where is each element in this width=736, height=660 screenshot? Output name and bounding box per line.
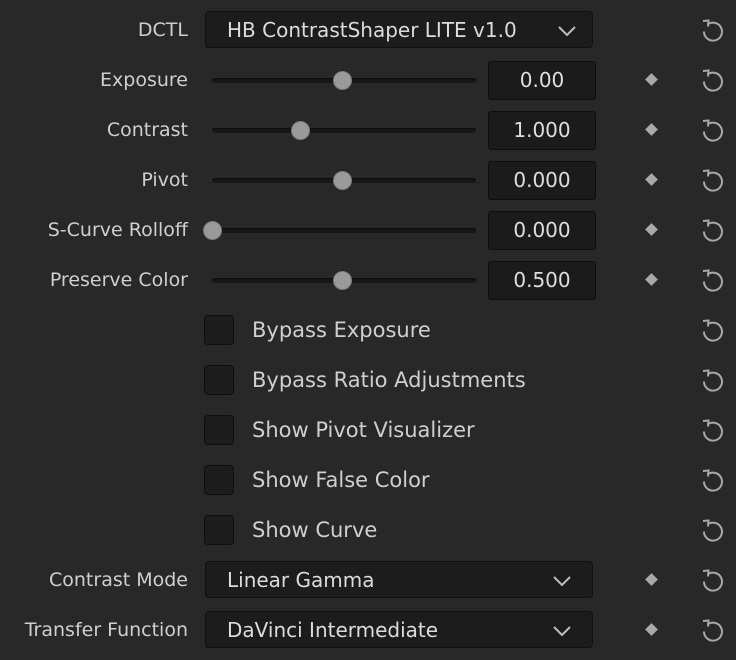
contrast-mode-selected: Linear Gamma	[227, 568, 375, 592]
contrast-mode-row: Contrast Mode Linear Gamma	[0, 555, 736, 605]
slider-row-preserve-color: Preserve Color 0.500	[0, 255, 736, 305]
reset-icon[interactable]	[698, 616, 728, 646]
checkbox-row-bypass-exposure: Bypass Exposure	[0, 305, 736, 355]
slider-thumb[interactable]	[333, 271, 353, 290]
pivot-label: Pivot	[141, 169, 188, 191]
reset-icon[interactable]	[698, 166, 728, 196]
slider-row-s-curve-rolloff: S-Curve Rolloff 0.000	[0, 205, 736, 255]
slider-track	[212, 128, 476, 133]
exposure-label: Exposure	[100, 69, 188, 91]
reset-icon[interactable]	[698, 16, 728, 46]
checkbox-row-show-pivot-visualizer: Show Pivot Visualizer	[0, 405, 736, 455]
reset-icon[interactable]	[698, 116, 728, 146]
chevron-down-icon	[553, 576, 571, 587]
slider-row-pivot: Pivot 0.000	[0, 155, 736, 205]
keyframe-diamond-icon[interactable]	[646, 74, 658, 86]
dctl-dropdown[interactable]: HB ContrastShaper LITE v1.0	[205, 11, 593, 48]
pivot-value-field[interactable]: 0.000	[488, 161, 596, 200]
preserve-color-label: Preserve Color	[49, 269, 188, 291]
s-curve-rolloff-value-field[interactable]: 0.000	[488, 211, 596, 250]
checkbox-row-bypass-ratio-adjustments: Bypass Ratio Adjustments	[0, 355, 736, 405]
dctl-label: DCTL	[137, 19, 188, 41]
keyframe-diamond-icon[interactable]	[646, 124, 658, 136]
slider-thumb[interactable]	[202, 221, 222, 240]
preserve-color-value-field[interactable]: 0.500	[488, 261, 596, 300]
reset-icon[interactable]	[698, 216, 728, 246]
slider-thumb[interactable]	[290, 121, 310, 140]
chevron-down-icon	[553, 626, 571, 637]
preserve-color-slider[interactable]	[212, 255, 476, 305]
reset-icon[interactable]	[698, 566, 728, 596]
show-curve-label: Show Curve	[252, 518, 378, 542]
dctl-selected: HB ContrastShaper LITE v1.0	[227, 18, 517, 42]
bypass-exposure-label: Bypass Exposure	[252, 318, 431, 342]
slider-thumb[interactable]	[333, 171, 353, 190]
reset-icon[interactable]	[698, 516, 728, 546]
reset-icon[interactable]	[698, 266, 728, 296]
show-curve-checkbox[interactable]	[204, 515, 234, 545]
dctl-row: DCTL HB ContrastShaper LITE v1.0	[0, 5, 736, 55]
keyframe-diamond-icon[interactable]	[646, 274, 658, 286]
exposure-value-field[interactable]: 0.00	[488, 61, 596, 100]
reset-icon[interactable]	[698, 416, 728, 446]
show-false-color-checkbox[interactable]	[204, 465, 234, 495]
bypass-exposure-checkbox[interactable]	[204, 315, 234, 345]
slider-track	[212, 228, 476, 233]
keyframe-diamond-icon[interactable]	[646, 224, 658, 236]
exposure-slider[interactable]	[212, 55, 476, 105]
transfer-function-label: Transfer Function	[24, 619, 188, 641]
keyframe-diamond-icon[interactable]	[646, 174, 658, 186]
s-curve-rolloff-label: S-Curve Rolloff	[47, 219, 188, 241]
slider-row-contrast: Contrast 1.000	[0, 105, 736, 155]
contrast-value-field[interactable]: 1.000	[488, 111, 596, 150]
reset-icon[interactable]	[698, 466, 728, 496]
keyframe-diamond-icon[interactable]	[646, 574, 658, 586]
show-pivot-visualizer-checkbox[interactable]	[204, 415, 234, 445]
bypass-ratio-adjustments-checkbox[interactable]	[204, 365, 234, 395]
show-pivot-visualizer-label: Show Pivot Visualizer	[252, 418, 475, 442]
contrast-slider[interactable]	[212, 105, 476, 155]
show-false-color-label: Show False Color	[252, 468, 430, 492]
pivot-slider[interactable]	[212, 155, 476, 205]
chevron-down-icon	[558, 26, 576, 37]
checkbox-row-show-curve: Show Curve	[0, 505, 736, 555]
transfer-function-dropdown[interactable]: DaVinci Intermediate	[205, 611, 593, 648]
contrast-label: Contrast	[106, 119, 188, 141]
reset-icon[interactable]	[698, 66, 728, 96]
contrast-mode-dropdown[interactable]: Linear Gamma	[205, 561, 593, 598]
slider-thumb[interactable]	[333, 71, 353, 90]
keyframe-diamond-icon[interactable]	[646, 624, 658, 636]
s-curve-rolloff-slider[interactable]	[202, 205, 476, 255]
reset-icon[interactable]	[698, 366, 728, 396]
bypass-ratio-adjustments-label: Bypass Ratio Adjustments	[252, 368, 526, 392]
contrast-mode-label: Contrast Mode	[49, 569, 188, 591]
reset-icon[interactable]	[698, 316, 728, 346]
slider-row-exposure: Exposure 0.00	[0, 55, 736, 105]
transfer-function-row: Transfer Function DaVinci Intermediate	[0, 605, 736, 655]
checkbox-row-show-false-color: Show False Color	[0, 455, 736, 505]
transfer-function-selected: DaVinci Intermediate	[227, 618, 439, 642]
